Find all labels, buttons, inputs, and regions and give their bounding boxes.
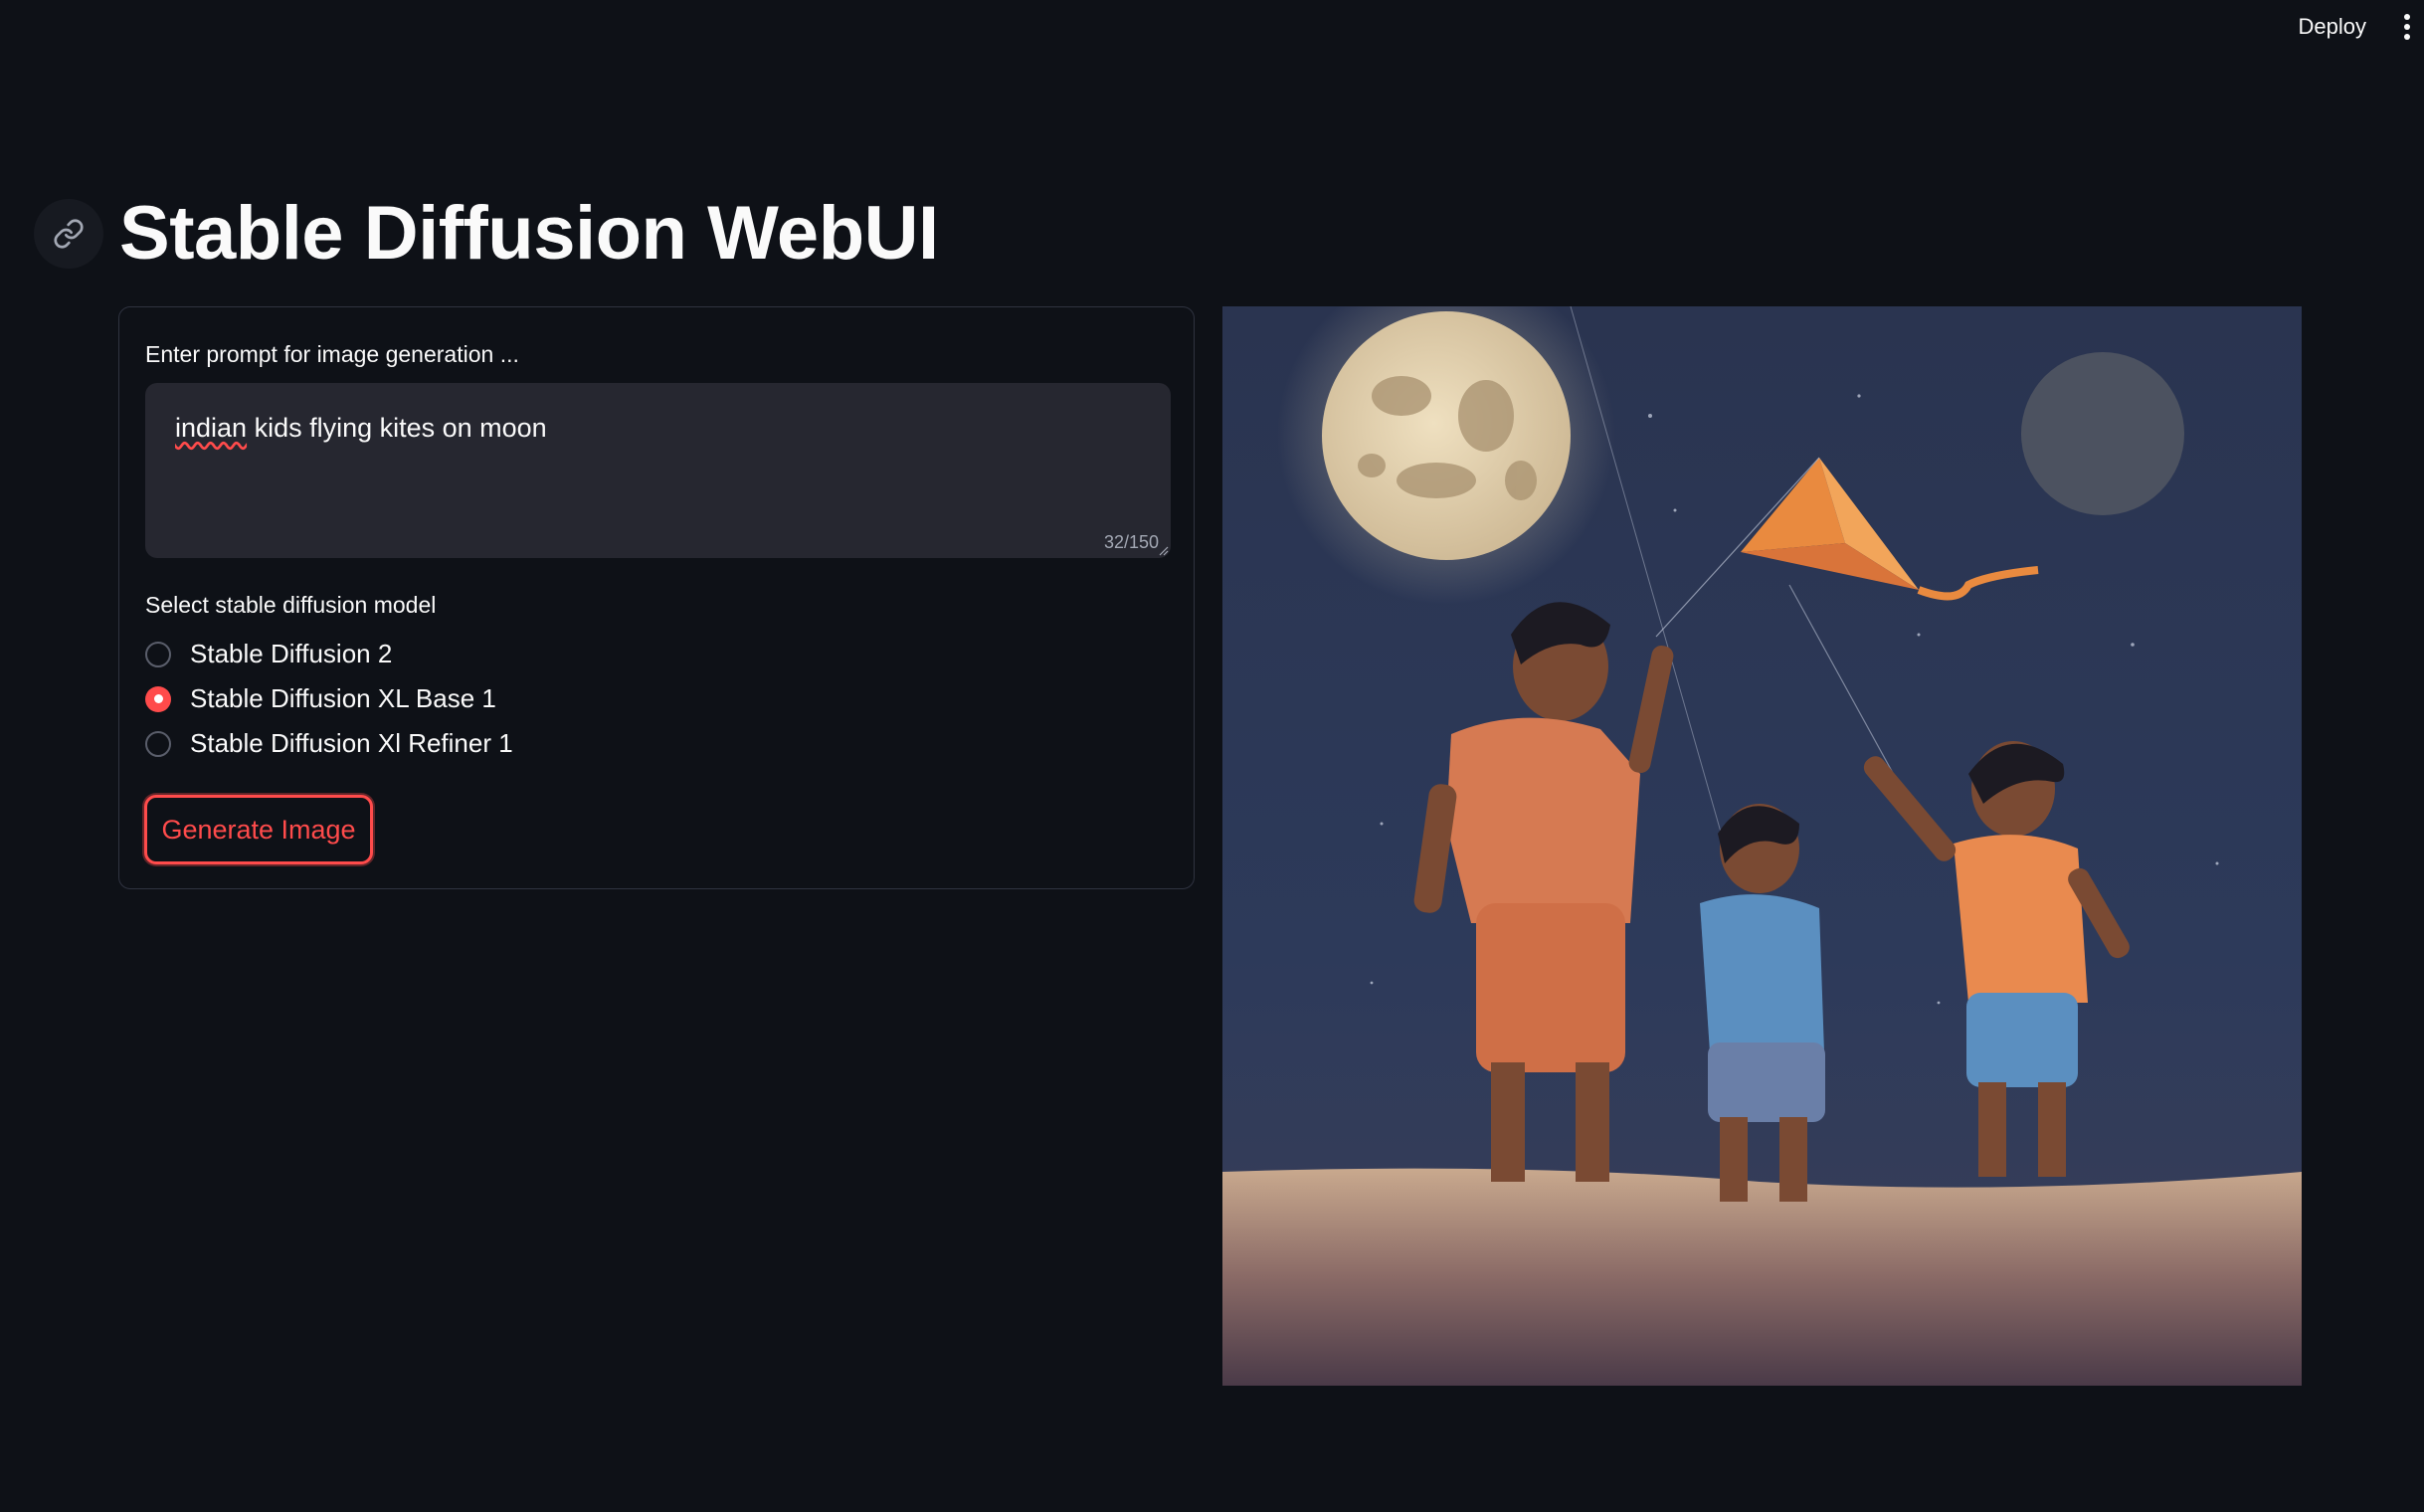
radio-option-label: Stable Diffusion XL Base 1 [190,683,496,713]
prompt-rest: kids flying kites on moon [247,413,547,443]
page-title: Stable Diffusion WebUI [119,191,939,276]
generate-image-button[interactable]: Generate Image [144,795,373,864]
title-anchor-link[interactable] [34,199,103,269]
radio-option-sdxl-base[interactable]: Stable Diffusion XL Base 1 [145,676,513,721]
main-menu-button[interactable] [2392,12,2422,42]
radio-option-sdxl-refiner[interactable]: Stable Diffusion Xl Refiner 1 [145,721,513,766]
prompt-textarea[interactable]: indian kids flying kites on moon 32/150 [145,383,1171,558]
radio-option-label: Stable Diffusion Xl Refiner 1 [190,728,513,758]
model-select-label: Select stable diffusion model [145,592,437,618]
more-vertical-icon [2404,14,2410,20]
prompt-text[interactable]: indian kids flying kites on moon [145,383,1171,558]
radio-option-label: Stable Diffusion 2 [190,639,393,668]
radio-button[interactable] [145,641,171,667]
radio-button-selected[interactable] [145,685,171,712]
generated-image [1222,306,2302,1386]
radio-button[interactable] [145,730,171,757]
link-icon [54,219,84,249]
radio-option-sd2[interactable]: Stable Diffusion 2 [145,632,513,676]
app-root: Deploy Stable Diffusion WebUI Enter prom… [0,0,2424,1512]
generation-form: Enter prompt for image generation ... in… [118,306,1195,889]
deploy-button[interactable]: Deploy [2285,10,2380,44]
model-radio-group: Stable Diffusion 2 Stable Diffusion XL B… [145,632,513,766]
char-counter: 32/150 [1103,532,1159,552]
prompt-misspelled-word: indian [175,413,248,443]
prompt-label: Enter prompt for image generation ... [145,341,519,367]
resize-handle-icon[interactable] [1157,544,1169,556]
